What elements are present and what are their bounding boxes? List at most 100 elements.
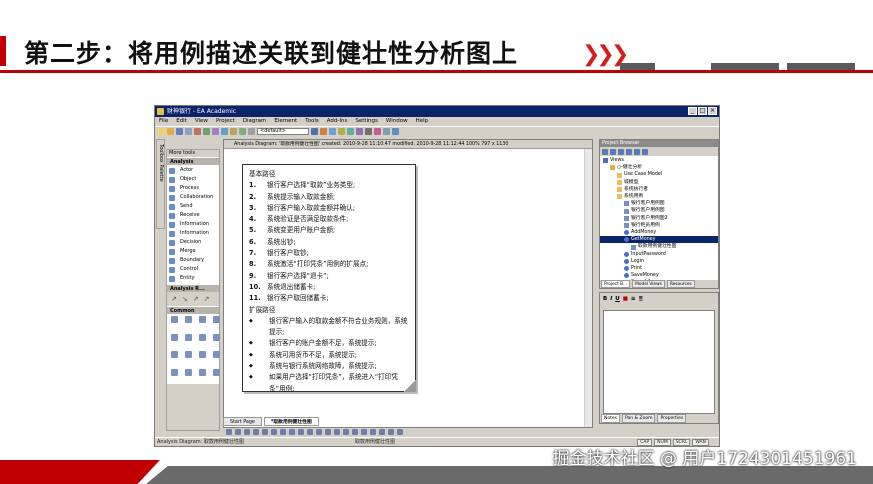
- close-button[interactable]: ×: [708, 107, 717, 115]
- diagram-canvas[interactable]: 基本路径 1. 银行客户选择“取款”业务类型; 2. 系统提示输入取款金额; 3. 银…: [224, 149, 584, 427]
- toolbox-section-analysis-relationships[interactable]: Analysis R...: [167, 284, 219, 292]
- align-left-icon[interactable]: [226, 428, 232, 435]
- toolbox-item[interactable]: Boundary: [169, 256, 219, 265]
- toolbox-item[interactable]: Object: [169, 175, 219, 184]
- snap-icon[interactable]: [361, 428, 367, 435]
- dependency-icon[interactable]: [213, 368, 220, 376]
- search-icon[interactable]: [347, 128, 354, 135]
- constraint-icon[interactable]: [213, 316, 220, 323]
- notes-textarea[interactable]: [603, 310, 715, 414]
- maximize-button[interactable]: □: [698, 107, 707, 115]
- tree-item[interactable]: 城模型: [600, 179, 718, 186]
- align-bottom-icon[interactable]: [271, 428, 277, 435]
- space-v-icon[interactable]: [307, 428, 313, 435]
- underline-button[interactable]: U: [615, 296, 619, 302]
- zoom-fit-icon[interactable]: [334, 428, 340, 435]
- package-icon[interactable]: [171, 316, 178, 323]
- toolbox-item[interactable]: Collaboration: [169, 193, 219, 202]
- align-top-icon[interactable]: [253, 428, 259, 435]
- team-review-icon[interactable]: [199, 368, 206, 376]
- sort-icon[interactable]: [642, 148, 648, 155]
- toolbox-item[interactable]: Information: [169, 220, 219, 229]
- image-icon[interactable]: [171, 368, 178, 376]
- menu-element[interactable]: Element: [274, 117, 297, 126]
- menu-help[interactable]: Help: [416, 117, 429, 126]
- tree-item[interactable]: 银行客户用例图2: [600, 215, 718, 222]
- toolbox-section-common[interactable]: Common: [167, 306, 219, 314]
- cut-icon[interactable]: [194, 128, 201, 135]
- matrix-icon[interactable]: [374, 128, 381, 135]
- menu-view[interactable]: View: [195, 117, 208, 126]
- realize-icon[interactable]: ↗: [193, 295, 199, 303]
- report-icon[interactable]: [356, 128, 363, 135]
- toolbox-item[interactable]: Entity: [169, 274, 219, 283]
- note-icon[interactable]: [338, 128, 345, 135]
- menu-edit[interactable]: Edit: [176, 117, 187, 126]
- help-icon[interactable]: [392, 128, 399, 135]
- refresh-icon[interactable]: [379, 428, 385, 435]
- undo-icon[interactable]: [230, 128, 237, 135]
- tree-item[interactable]: Login: [600, 258, 718, 265]
- toolbox-section-analysis[interactable]: Analysis: [167, 157, 219, 165]
- toolbox-item[interactable]: Merge: [169, 247, 219, 256]
- hyperlink-icon[interactable]: [185, 333, 192, 341]
- move-down-icon[interactable]: [634, 148, 640, 155]
- tree-item[interactable]: Print: [600, 265, 718, 272]
- change-icon[interactable]: [185, 351, 192, 358]
- toolbox-item[interactable]: Process: [169, 184, 219, 193]
- zoom-100-icon[interactable]: [343, 428, 349, 435]
- toolbox-item[interactable]: Control: [169, 265, 219, 274]
- align-right-icon[interactable]: [244, 428, 250, 435]
- tree-item[interactable]: GetMoney: [600, 236, 718, 244]
- new-package-icon[interactable]: [602, 148, 608, 155]
- minimize-button[interactable]: _: [688, 107, 697, 115]
- style-combo[interactable]: <default>: [257, 128, 309, 135]
- zoom-out-icon[interactable]: [325, 428, 331, 435]
- new-diagram-icon[interactable]: [610, 148, 616, 155]
- print-icon[interactable]: [388, 428, 394, 435]
- tree-item[interactable]: SaveMoney: [600, 272, 718, 279]
- tree-item[interactable]: 银行柜员用例: [600, 222, 718, 229]
- new-icon[interactable]: [158, 128, 165, 135]
- flow-icon[interactable]: ↗: [204, 295, 210, 303]
- color-icon[interactable]: ■: [623, 296, 628, 302]
- tree-item[interactable]: Use Case Model: [600, 171, 718, 178]
- italic-button[interactable]: I: [610, 296, 612, 302]
- same-width-icon[interactable]: [280, 428, 286, 435]
- new-element-icon[interactable]: [618, 148, 624, 155]
- copy-image-icon[interactable]: [397, 428, 403, 435]
- menu-addins[interactable]: Add-Ins: [327, 117, 348, 126]
- menu-tools[interactable]: Tools: [305, 117, 319, 126]
- menu-diagram[interactable]: Diagram: [243, 117, 267, 126]
- toolbox-item[interactable]: Decision: [169, 238, 219, 247]
- menu-window[interactable]: Window: [386, 117, 408, 126]
- legend-icon[interactable]: [213, 351, 220, 358]
- copy-icon[interactable]: [203, 128, 210, 135]
- tree-item[interactable]: ○-健壮分析: [600, 164, 718, 171]
- move-up-icon[interactable]: [626, 148, 632, 155]
- diagram-scrollbar[interactable]: [584, 149, 592, 427]
- redo-icon[interactable]: [239, 128, 246, 135]
- open-icon[interactable]: [167, 128, 174, 135]
- lock-icon[interactable]: [370, 428, 376, 435]
- tab-start-page[interactable]: Start Page: [223, 417, 262, 426]
- association-icon[interactable]: ↗: [171, 295, 177, 303]
- bullet-list-icon[interactable]: ≡: [631, 296, 636, 302]
- tab-project-browser[interactable]: Project B...: [601, 280, 631, 288]
- diagram-frame-icon[interactable]: [213, 333, 220, 341]
- toolbox-header[interactable]: More tools: [167, 150, 219, 157]
- menu-project[interactable]: Project: [216, 117, 235, 126]
- find-icon[interactable]: [221, 128, 228, 135]
- toolbox-item[interactable]: Send: [169, 202, 219, 211]
- menu-file[interactable]: File: [159, 117, 168, 126]
- tab-robustness-diagram[interactable]: *取款用例健壮性图: [263, 417, 319, 426]
- dependency-icon[interactable]: ↘: [182, 295, 188, 303]
- tree-item[interactable]: 银行客户用例图: [600, 200, 718, 207]
- print-icon[interactable]: [185, 128, 192, 135]
- bold-button[interactable]: B: [603, 296, 607, 302]
- numbered-list-icon[interactable]: ≣: [639, 296, 644, 302]
- tree-item[interactable]: 银行客户用例图: [600, 207, 718, 214]
- grid-icon[interactable]: [352, 428, 358, 435]
- tree-item[interactable]: 取款用例健壮性图: [600, 243, 718, 250]
- tab-notes[interactable]: Notes: [601, 414, 620, 423]
